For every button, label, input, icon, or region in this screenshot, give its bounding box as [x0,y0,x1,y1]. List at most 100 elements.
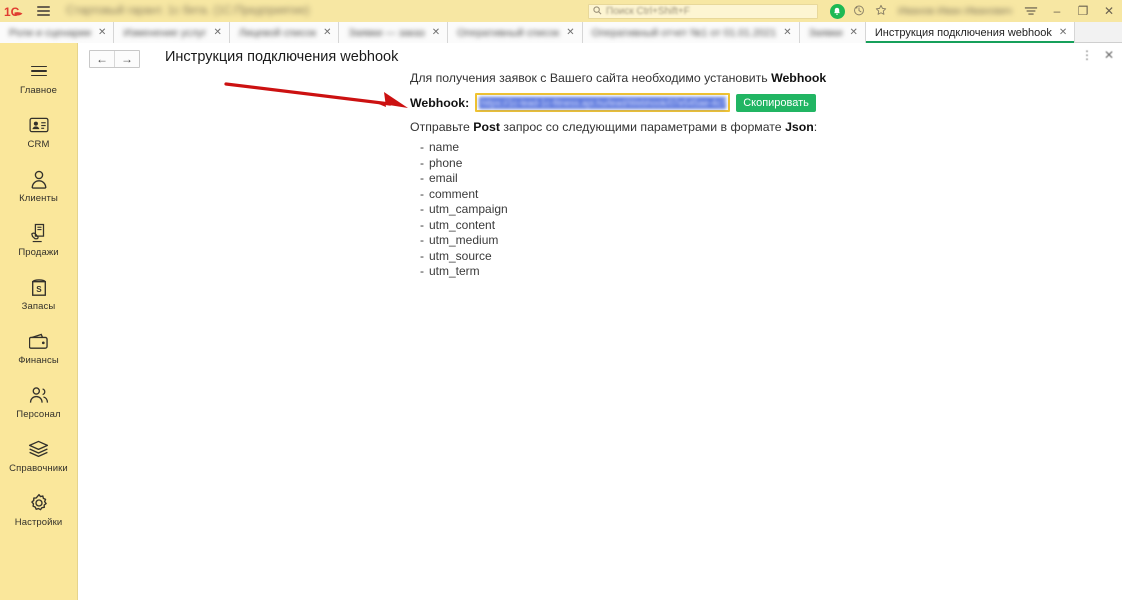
search-icon [593,4,602,18]
star-icon [875,4,887,19]
close-icon[interactable]: ✕ [1104,49,1114,61]
hand-document-icon [30,222,48,244]
tab-item[interactable]: Роли и сценарии ✕ [0,22,115,43]
tab-item[interactable]: Оперативный отчет №1 от 01.01.2021 ✕ [582,22,800,43]
sidebar-item-label: Финансы [18,355,59,366]
parameter-item: utm_campaign [420,202,970,218]
webhook-url-input[interactable]: https://1c-lead-1c-fitness.api.hu/lead/W… [475,93,731,113]
sidebar-item-label: Справочники [9,463,68,474]
tab-close-icon[interactable]: ✕ [566,27,574,38]
svg-text:S: S [36,285,42,294]
tab-item[interactable]: Лицевой список ✕ [229,22,340,43]
intro-line: Для получения заявок с Вашего сайта необ… [410,71,970,87]
sidebar-item-финансы[interactable]: Финансы [0,321,77,375]
wallet-icon [28,330,49,352]
tab-label: Заявки [808,26,843,39]
tab-label: Роли и сценарии [9,26,92,39]
tab-item[interactable]: Изменение услуг ✕ [114,22,230,43]
contact-card-icon [28,114,49,136]
webhook-field-label: Webhook: [410,95,470,110]
sidebar-item-crm[interactable]: CRM [0,105,77,159]
bell-icon [829,3,845,19]
sidebar-item-персонал[interactable]: Персонал [0,375,77,429]
tab-close-icon[interactable]: ✕ [323,27,331,38]
tab-item[interactable]: Оперативный список ✕ [448,22,583,43]
intro-text: Для получения заявок с Вашего сайта необ… [410,71,772,85]
sidebar-item-клиенты[interactable]: Клиенты [0,159,77,213]
search-input[interactable]: Поиск Ctrl+Shift+F [588,3,819,19]
webhook-row: Webhook: https://1c-lead-1c-fitness.api.… [410,93,970,113]
copy-button[interactable]: Скопировать [736,93,816,112]
history-button[interactable] [848,0,870,22]
sidebar-item-справочники[interactable]: Справочники [0,429,77,483]
send-bold-json: Json [785,119,814,134]
current-user-label: Иванов Иван Иванович [898,5,1012,17]
parameter-item: name [420,140,970,156]
tab-close-icon[interactable]: ✕ [850,27,858,38]
sidebar-item-label: Настройки [14,517,63,528]
title-bar: 1C Стартовый гарант. 1с бета. (1С:Предпр… [0,0,1122,22]
stack-layers-icon [28,438,49,460]
tab-close-icon[interactable]: ✕ [783,27,791,38]
tab-close-icon[interactable]: ✕ [214,27,222,38]
tab-bar-empty-area [1075,22,1122,42]
main-menu-button[interactable] [1018,0,1044,22]
notifications-button[interactable] [826,0,848,22]
tab-label: Заявки — заказ [348,26,425,39]
parameter-item: utm_medium [420,233,970,249]
search-placeholder: Поиск Ctrl+Shift+F [606,5,690,17]
parameter-item: utm_term [420,264,970,280]
hamburger-menu-icon [36,6,50,16]
webhook-url-value: https://1c-lead-1c-fitness.api.hu/lead/W… [479,96,727,109]
box-money-icon: S [30,276,48,298]
send-text-suffix: : [813,119,818,134]
sidebar: Главное CRM Клиенты Продажи S Запасы Финансы Пе… [0,43,78,600]
main-menu-hamburger-icon[interactable] [30,0,56,22]
send-text-prefix: Отправьте [410,119,474,134]
tab-label: Оперативный список [457,26,560,39]
favorites-button[interactable] [870,0,892,22]
window-close-button[interactable]: ✕ [1096,0,1122,22]
tab-close-icon[interactable]: ✕ [98,27,106,38]
sidebar-item-label: Главное [20,85,57,96]
tab-close-icon[interactable]: ✕ [1059,27,1067,38]
sidebar-item-настройки[interactable]: Настройки [0,483,77,537]
parameter-item: utm_content [420,218,970,234]
tab-close-icon[interactable]: ✕ [432,27,440,38]
hamburger-menu-icon [30,60,47,82]
sidebar-item-главное[interactable]: Главное [0,51,77,105]
parameter-item: utm_source [420,249,970,265]
window-corner-tools: ⋮ ✕ [1081,49,1114,61]
1c-logo-icon: 1C [0,0,30,22]
parameter-item: phone [420,156,970,172]
navigation-arrows: ← → [89,50,140,68]
tab-label: Инструкция подключения webhook [874,26,1052,39]
nav-back-button[interactable]: ← [90,51,114,67]
window-minimize-button[interactable]: – [1044,0,1070,22]
instruction-document: Для получения заявок с Вашего сайта необ… [410,71,970,280]
tab-item[interactable]: Заявки ✕ [799,22,866,43]
sidebar-item-label: Продажи [18,247,59,258]
tab-item[interactable]: Заявки — заказ ✕ [339,22,449,43]
tab-active[interactable]: Инструкция подключения webhook ✕ [865,22,1076,43]
sidebar-item-label: Клиенты [19,193,58,204]
sidebar-item-label: Запасы [21,301,56,312]
send-text-middle: запрос со следующими параметрами в форма… [499,119,786,134]
red-pointer-arrow-icon [224,82,408,108]
history-clock-icon [853,4,865,19]
svg-text:1C: 1C [4,5,20,18]
parameters-list: namephoneemailcommentutm_campaignutm_con… [410,140,970,280]
sidebar-item-запасы[interactable]: S Запасы [0,267,77,321]
nav-forward-button[interactable]: → [114,51,139,67]
more-options-icon[interactable]: ⋮ [1081,49,1093,61]
sidebar-item-label: Персонал [16,409,61,420]
window-maximize-button[interactable]: ❐ [1070,0,1096,22]
parameter-item: email [420,171,970,187]
tab-label: Изменение услуг [123,26,207,39]
send-request-line: Отправьте Post запрос со следующими пара… [410,120,970,136]
sidebar-item-продажи[interactable]: Продажи [0,213,77,267]
intro-bold-webhook: Webhook [771,71,827,85]
content-area: ← → Инструкция подключения webhook ⋮ ✕ Д… [78,43,1122,600]
people-icon [29,384,49,406]
page-title: Инструкция подключения webhook [165,49,399,65]
